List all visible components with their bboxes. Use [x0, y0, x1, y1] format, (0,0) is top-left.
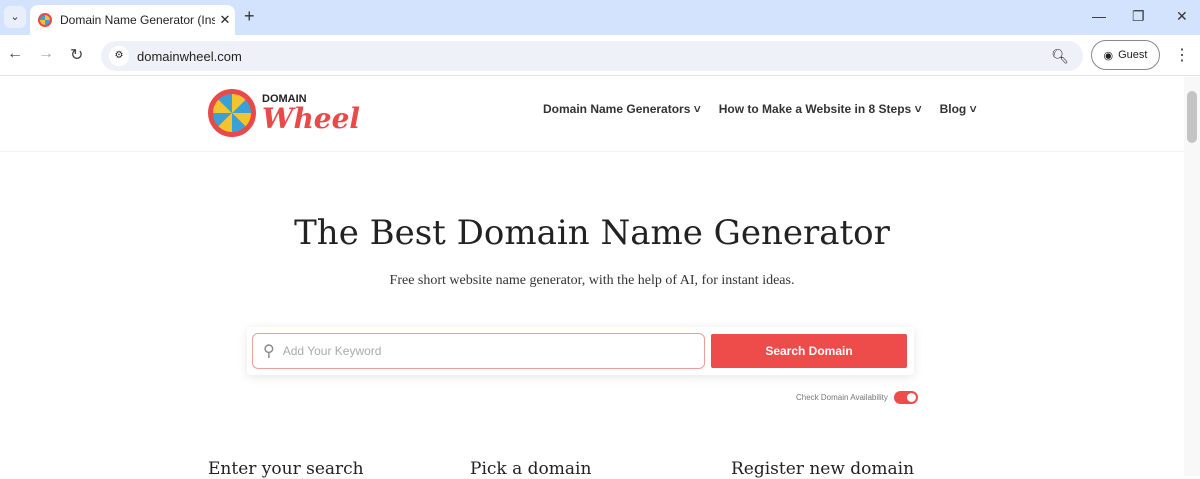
- forward-button[interactable]: →: [38, 45, 54, 63]
- profile-icon: ◉: [1103, 49, 1114, 62]
- step-heading: Register new domain: [731, 459, 915, 479]
- step-heading: Pick a domain: [470, 459, 592, 479]
- zoom-icon[interactable]: 🔍︎: [1051, 48, 1069, 65]
- reload-button[interactable]: ↻: [70, 45, 83, 65]
- nav-domain-generators[interactable]: Domain Name Generators ˅: [543, 102, 701, 116]
- search-form: ⚲ Search Domain: [247, 327, 914, 375]
- tab-bar: ⌄ Domain Name Generator (Insta ✕ + — ❐ ✕: [0, 0, 1200, 35]
- favicon-icon: [38, 13, 52, 27]
- minimize-button[interactable]: —: [1092, 8, 1106, 24]
- site-info-icon[interactable]: ⚙: [109, 46, 129, 66]
- page-title: The Best Domain Name Generator: [294, 213, 890, 253]
- close-tab-icon[interactable]: ✕: [215, 12, 235, 28]
- new-tab-button[interactable]: +: [244, 6, 255, 27]
- search-domain-button[interactable]: Search Domain: [711, 334, 907, 368]
- page-subtitle: Free short website name generator, with …: [389, 273, 795, 288]
- step-heading: Enter your search: [208, 459, 364, 479]
- logo-text-bottom: Wheel: [262, 101, 361, 135]
- browser-toolbar: ← → ↻ ⚙ domainwheel.com 🔍︎ ◉ Guest ⋮: [0, 35, 1200, 76]
- scrollbar-thumb[interactable]: [1187, 91, 1197, 143]
- tab-title: Domain Name Generator (Insta: [60, 13, 215, 27]
- search-field[interactable]: ⚲: [252, 333, 705, 369]
- page: DOMAIN Wheel Domain Name Generators ˅ How…: [0, 77, 1184, 479]
- restore-button[interactable]: ❐: [1132, 8, 1145, 25]
- availability-option: Check Domain Availability: [796, 391, 918, 404]
- url-text: domainwheel.com: [137, 48, 242, 64]
- nav-blog[interactable]: Blog ˅: [940, 102, 977, 116]
- main-nav: Domain Name Generators ˅ How to Make a W…: [543, 102, 977, 116]
- logo[interactable]: DOMAIN Wheel: [208, 89, 360, 137]
- availability-label: Check Domain Availability: [796, 393, 888, 402]
- wheel-logo-icon: [208, 89, 256, 137]
- browser-tab[interactable]: Domain Name Generator (Insta ✕: [30, 5, 235, 35]
- close-window-button[interactable]: ✕: [1176, 8, 1188, 25]
- profile-button[interactable]: ◉ Guest: [1091, 40, 1160, 70]
- back-button[interactable]: ←: [7, 45, 23, 63]
- menu-icon[interactable]: ⋮: [1174, 45, 1190, 65]
- availability-toggle[interactable]: [893, 391, 918, 404]
- scrollbar[interactable]: [1184, 77, 1200, 476]
- address-bar[interactable]: ⚙ domainwheel.com 🔍︎: [101, 41, 1083, 71]
- search-icon: ⚲: [263, 343, 275, 360]
- profile-label: Guest: [1118, 49, 1148, 61]
- nav-make-website[interactable]: How to Make a Website in 8 Steps ˅: [719, 102, 922, 116]
- keyword-input[interactable]: [282, 344, 683, 358]
- site-header: DOMAIN Wheel Domain Name Generators ˅ How…: [0, 77, 1184, 152]
- tab-search-button[interactable]: ⌄: [4, 6, 26, 28]
